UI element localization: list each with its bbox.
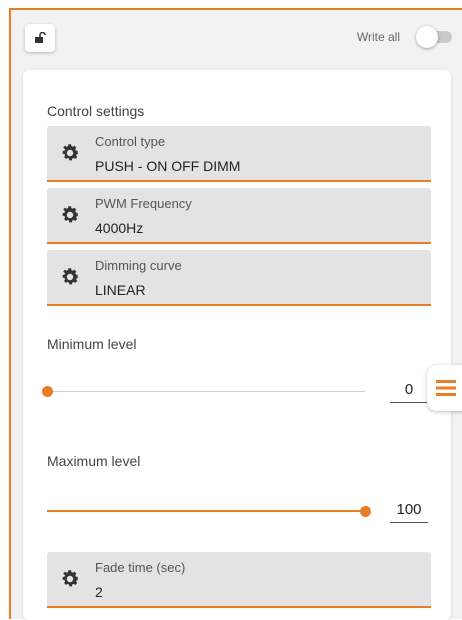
- control-type-field[interactable]: Control type PUSH - ON OFF DIMM: [47, 126, 431, 182]
- menu-button[interactable]: [427, 365, 462, 411]
- pwm-frequency-value: 4000Hz: [95, 220, 144, 236]
- pwm-frequency-label: PWM Frequency: [95, 196, 192, 211]
- settings-card: Control settings Control type PUSH - ON …: [23, 70, 451, 620]
- settings-panel: Write all Control settings Control type …: [9, 8, 462, 620]
- write-all-label: Write all: [356, 30, 400, 44]
- gear-icon: [62, 206, 79, 223]
- gear-icon: [62, 268, 79, 285]
- toggle-knob: [416, 26, 438, 48]
- fade-time-field[interactable]: Fade time (sec) 2: [47, 552, 431, 608]
- fade-time-value: 2: [95, 584, 103, 600]
- slider-fill: [47, 510, 365, 512]
- gear-icon: [62, 144, 79, 161]
- maximum-level-slider[interactable]: [47, 502, 371, 522]
- lock-button[interactable]: [25, 24, 55, 52]
- slider-thumb[interactable]: [360, 506, 371, 517]
- dimming-curve-label: Dimming curve: [95, 258, 182, 273]
- minimum-level-input[interactable]: 0: [390, 377, 428, 403]
- minimum-level-slider[interactable]: [42, 382, 365, 402]
- control-type-label: Control type: [95, 134, 166, 149]
- fade-time-label: Fade time (sec): [95, 560, 186, 575]
- pwm-frequency-field[interactable]: PWM Frequency 4000Hz: [47, 188, 431, 244]
- write-all-toggle[interactable]: [416, 26, 452, 48]
- control-type-value: PUSH - ON OFF DIMM: [95, 158, 241, 174]
- maximum-level-title: Maximum level: [47, 453, 141, 469]
- minimum-level-title: Minimum level: [47, 336, 137, 352]
- slider-thumb[interactable]: [42, 386, 53, 397]
- dimming-curve-value: LINEAR: [95, 282, 146, 298]
- maximum-level-input[interactable]: 100: [390, 497, 428, 523]
- control-settings-title: Control settings: [47, 103, 145, 119]
- slider-rail: [47, 391, 365, 392]
- dimming-curve-field[interactable]: Dimming curve LINEAR: [47, 250, 431, 306]
- top-bar: Write all: [11, 10, 462, 64]
- hamburger-menu-icon: [436, 380, 456, 396]
- unlock-icon: [35, 32, 46, 43]
- gear-icon: [62, 570, 79, 587]
